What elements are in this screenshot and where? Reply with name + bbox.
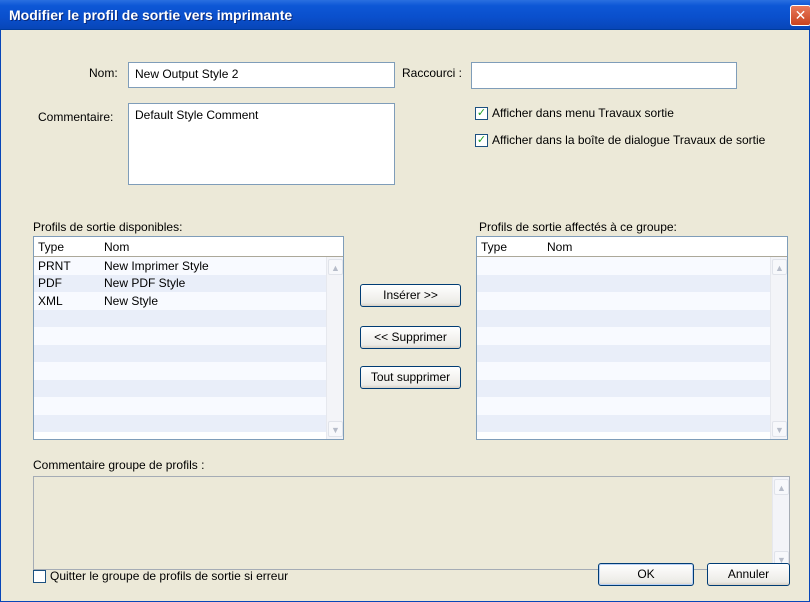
- raccourci-input[interactable]: [471, 62, 737, 89]
- nom-input[interactable]: New Output Style 2: [128, 62, 395, 88]
- empty-row: [34, 344, 343, 362]
- close-icon: ✕: [794, 7, 807, 23]
- scroll-up-icon[interactable]: ▲: [774, 479, 789, 495]
- row-nom: New Imprimer Style: [104, 258, 209, 273]
- group-comment-label: Commentaire groupe de profils :: [33, 458, 205, 472]
- scroll-down-icon[interactable]: ▼: [772, 421, 787, 437]
- available-profiles-list[interactable]: Type Nom PRNT New Imprimer Style PDF New…: [33, 236, 344, 440]
- ok-button[interactable]: OK: [598, 563, 694, 586]
- scrollbar[interactable]: ▲ ▼: [772, 477, 789, 569]
- empty-row: [477, 327, 787, 345]
- check-icon: ✓: [475, 133, 488, 147]
- empty-row: [477, 379, 787, 397]
- list-item[interactable]: PDF New PDF Style: [34, 274, 343, 292]
- empty-row: [477, 397, 787, 415]
- column-header-nom[interactable]: Nom: [545, 240, 572, 254]
- empty-row: [477, 414, 787, 432]
- available-profiles-label: Profils de sortie disponibles:: [33, 220, 183, 234]
- row-nom: New PDF Style: [104, 276, 186, 291]
- remove-button[interactable]: << Supprimer: [360, 326, 461, 349]
- column-header-type[interactable]: Type: [477, 240, 545, 254]
- empty-row: [34, 397, 343, 415]
- row-type: XML: [38, 293, 63, 308]
- empty-row: [34, 327, 343, 345]
- group-comment-textarea[interactable]: ▲ ▼: [33, 476, 790, 570]
- show-in-dialog-label: Afficher dans la boîte de dialogue Trava…: [492, 133, 766, 147]
- scrollbar[interactable]: ▲ ▼: [326, 257, 343, 439]
- empty-row: [34, 414, 343, 432]
- show-in-menu-label: Afficher dans menu Travaux sortie: [492, 106, 674, 120]
- assigned-profiles-list[interactable]: Type Nom ▲ ▼: [476, 236, 788, 440]
- assigned-profiles-label: Profils de sortie affectés à ce groupe:: [479, 220, 677, 234]
- available-rows: PRNT New Imprimer Style PDF New PDF Styl…: [34, 257, 343, 432]
- close-button[interactable]: ✕: [790, 5, 810, 26]
- assigned-rows: [477, 257, 787, 432]
- title-bar: Modifier le profil de sortie vers imprim…: [0, 0, 810, 30]
- row-type: PRNT: [38, 258, 71, 273]
- commentaire-label: Commentaire:: [38, 110, 114, 124]
- insert-button[interactable]: Insérer >>: [360, 284, 461, 307]
- empty-row: [477, 257, 787, 275]
- nom-value: New Output Style 2: [135, 67, 239, 81]
- checkbox-box: [33, 569, 46, 583]
- empty-row: [477, 344, 787, 362]
- commentaire-value: Default Style Comment: [135, 108, 259, 122]
- empty-row: [34, 379, 343, 397]
- empty-row: [477, 362, 787, 380]
- empty-row: [34, 309, 343, 327]
- raccourci-label: Raccourci :: [402, 66, 463, 80]
- empty-row: [477, 292, 787, 310]
- row-nom: New Style: [104, 293, 159, 308]
- list-item[interactable]: PRNT New Imprimer Style: [34, 257, 343, 275]
- column-header-type[interactable]: Type: [34, 240, 102, 254]
- remove-all-button[interactable]: Tout supprimer: [360, 366, 461, 389]
- scrollbar[interactable]: ▲ ▼: [770, 257, 787, 439]
- cancel-button[interactable]: Annuler: [707, 563, 790, 586]
- scroll-up-icon[interactable]: ▲: [772, 259, 787, 275]
- check-icon: ✓: [475, 106, 488, 120]
- list-item[interactable]: XML New Style: [34, 292, 343, 310]
- quit-on-error-label: Quitter le groupe de profils de sortie s…: [50, 569, 289, 583]
- show-in-dialog-checkbox[interactable]: ✓ Afficher dans la boîte de dialogue Tra…: [475, 133, 765, 147]
- scroll-up-icon[interactable]: ▲: [328, 259, 343, 275]
- column-header-nom[interactable]: Nom: [102, 240, 129, 254]
- commentaire-textarea[interactable]: Default Style Comment: [128, 103, 395, 185]
- quit-on-error-checkbox[interactable]: Quitter le groupe de profils de sortie s…: [33, 569, 288, 583]
- empty-row: [477, 274, 787, 292]
- show-in-menu-checkbox[interactable]: ✓ Afficher dans menu Travaux sortie: [475, 106, 674, 120]
- empty-row: [477, 309, 787, 327]
- nom-label: Nom:: [89, 66, 118, 80]
- window-title: Modifier le profil de sortie vers imprim…: [9, 7, 293, 23]
- empty-row: [34, 362, 343, 380]
- row-type: PDF: [38, 276, 62, 291]
- list-header: Type Nom: [477, 237, 787, 257]
- scroll-down-icon[interactable]: ▼: [328, 421, 343, 437]
- list-header: Type Nom: [34, 237, 343, 257]
